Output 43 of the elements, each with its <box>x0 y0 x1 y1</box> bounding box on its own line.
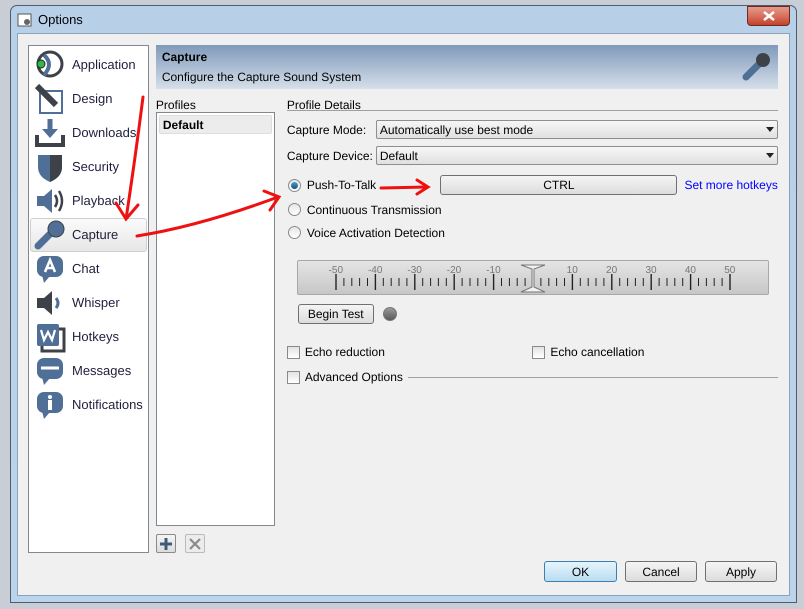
scale-label: 50 <box>724 264 736 278</box>
scale-label: 10 <box>566 264 578 278</box>
scale-label: -40 <box>368 264 382 278</box>
category-item[interactable]: Messages <box>30 354 147 388</box>
dialog-button[interactable]: Cancel <box>625 561 697 582</box>
field-label: Capture Mode: <box>286 122 368 138</box>
header-subtitle: Configure the Capture Sound System <box>162 69 362 86</box>
category-item[interactable]: Notifications <box>30 388 147 422</box>
dialog-button[interactable]: OK <box>544 561 617 582</box>
radio-label: Voice Activation Detection <box>306 224 445 242</box>
category-item[interactable]: Application <box>30 48 147 82</box>
category-item[interactable]: Chat <box>30 252 147 286</box>
dialog-button[interactable]: Apply <box>705 561 777 582</box>
scale-label: -30 <box>407 264 422 278</box>
category-item[interactable]: Downloads <box>30 116 147 150</box>
scale-label: -10 <box>486 264 501 278</box>
window-title: Options <box>38 10 83 29</box>
profile-item[interactable]: Default <box>158 115 272 134</box>
radio-label: Push-To-Talk <box>306 177 376 194</box>
category-item[interactable]: Hotkeys <box>30 320 147 354</box>
begin-test-button[interactable]: Begin Test <box>298 304 374 324</box>
scale-label: 20 <box>606 264 618 278</box>
category-item[interactable]: Capture <box>30 218 147 252</box>
header-title: Capture <box>162 49 208 66</box>
field-label: Capture Device: <box>286 148 374 164</box>
category-item[interactable]: Design <box>30 82 147 116</box>
scale-label: -20 <box>446 264 462 278</box>
category-item[interactable]: Playback <box>30 184 147 218</box>
dropdown[interactable]: Automatically use best mode <box>376 120 778 139</box>
set-hotkeys-link[interactable]: Set more hotkeys <box>684 176 778 194</box>
checkbox-label: Advanced Options <box>304 369 403 386</box>
radio-label: Continuous Transmission <box>306 202 442 218</box>
scale-label: 30 <box>645 264 657 278</box>
profiles-label: Profiles <box>156 97 197 112</box>
scale-label: 40 <box>684 264 696 278</box>
category-item[interactable]: Security <box>30 150 147 184</box>
category-item[interactable]: Whisper <box>30 286 147 320</box>
hotkey-button[interactable]: CTRL <box>440 175 678 195</box>
dropdown[interactable]: Default <box>376 146 778 165</box>
profile-details-label: Profile Details <box>286 97 362 112</box>
checkbox-label: Echo reduction <box>304 344 385 361</box>
scale-label: -50 <box>328 264 344 278</box>
checkbox-label: Echo cancellation <box>550 344 644 361</box>
